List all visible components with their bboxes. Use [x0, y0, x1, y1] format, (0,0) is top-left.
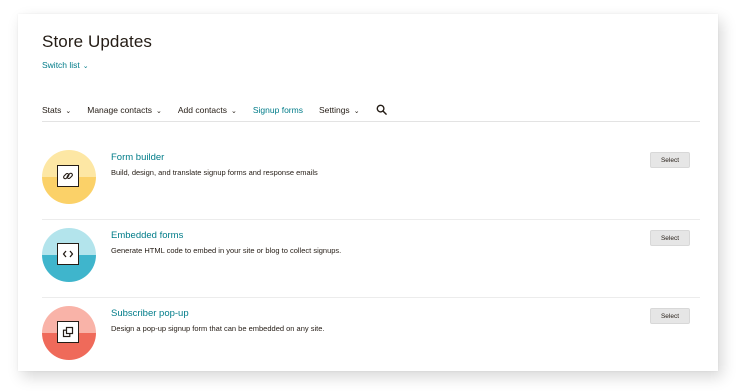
- option-description: Build, design, and translate signup form…: [111, 168, 318, 177]
- nav-signup-forms[interactable]: Signup forms: [253, 105, 303, 115]
- select-button[interactable]: Select: [650, 152, 690, 168]
- option-form-builder: Form builder Build, design, and translat…: [42, 142, 700, 220]
- code-icon: [57, 243, 79, 265]
- link-icon: [57, 165, 79, 187]
- nav-label: Add contacts: [177, 104, 227, 115]
- form-builder-illustration: [42, 150, 96, 204]
- option-embedded-forms: Embedded forms Generate HTML code to emb…: [42, 220, 700, 298]
- option-title[interactable]: Subscriber pop-up: [111, 308, 189, 319]
- nav-add-contacts[interactable]: Add contacts ⌄: [178, 105, 237, 115]
- page-title: Store Updates: [42, 32, 152, 51]
- option-description: Design a pop-up signup form that can be …: [111, 324, 325, 333]
- chevron-down-icon: ⌄: [65, 107, 72, 115]
- popup-icon: [57, 321, 79, 343]
- search-button[interactable]: [376, 104, 387, 115]
- nav-label: Manage contacts: [87, 104, 152, 115]
- main-nav: Stats ⌄ Manage contacts ⌄ Add contacts ⌄ Si…: [42, 104, 698, 115]
- chevron-down-icon: ⌄: [231, 107, 237, 115]
- select-button[interactable]: Select: [650, 308, 690, 324]
- option-title[interactable]: Form builder: [111, 152, 164, 163]
- nav-divider: [42, 121, 700, 122]
- select-button[interactable]: Select: [650, 230, 690, 246]
- subscriber-popup-illustration: [42, 306, 96, 360]
- nav-stats[interactable]: Stats ⌄: [42, 105, 71, 115]
- option-description: Generate HTML code to embed in your site…: [111, 246, 342, 255]
- switch-list-link[interactable]: Switch list ⌄: [42, 60, 89, 70]
- nav-label: Stats: [42, 104, 62, 115]
- content-card: Store Updates Switch list ⌄ Stats ⌄ Manage…: [18, 14, 718, 371]
- nav-manage-contacts[interactable]: Manage contacts ⌄: [87, 105, 162, 115]
- nav-settings[interactable]: Settings ⌄: [319, 105, 360, 115]
- chevron-down-icon: ⌄: [155, 107, 162, 115]
- chevron-down-icon: ⌄: [82, 63, 89, 70]
- option-subscriber-popup: Subscriber pop-up Design a pop-up signup…: [42, 298, 700, 376]
- option-title[interactable]: Embedded forms: [111, 230, 183, 241]
- embedded-forms-illustration: [42, 228, 96, 282]
- switch-list-label: Switch list: [42, 60, 80, 70]
- nav-label: Signup forms: [252, 104, 303, 115]
- search-icon: [376, 104, 387, 115]
- chevron-down-icon: ⌄: [353, 107, 360, 115]
- nav-label: Settings: [318, 104, 350, 115]
